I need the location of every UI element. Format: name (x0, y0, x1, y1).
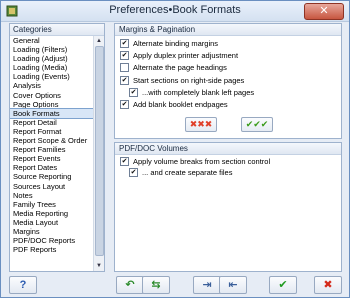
option-checkbox[interactable]: ✔ (120, 99, 129, 109)
option-checkbox[interactable]: ✔ (120, 50, 129, 60)
check-all-button[interactable]: ✔✔✔ (241, 117, 273, 132)
option-row[interactable]: ✔ ...with completely blank left pages (129, 87, 255, 98)
category-item[interactable]: Report Dates (10, 163, 93, 172)
margins-pagination-group: Margins & Pagination ✔ Alternate binding … (114, 23, 342, 139)
categories-header: Categories (10, 24, 104, 36)
option-checkbox[interactable]: ✔ (129, 87, 138, 97)
category-item[interactable]: Report Families (10, 145, 93, 154)
category-item[interactable]: Loading (Filters) (10, 45, 93, 54)
category-item[interactable]: Report Detail (10, 118, 93, 127)
option-label: ...with completely blank left pages (142, 88, 255, 97)
option-label: Alternate the page headings (133, 63, 227, 72)
category-item[interactable]: Loading (Media) (10, 63, 93, 72)
scroll-up-icon[interactable]: ▲ (95, 37, 103, 45)
option-label: Add blank booklet endpages (133, 100, 228, 109)
pdf-header: PDF/DOC Volumes (115, 143, 341, 155)
category-item[interactable]: PDF/DOC Reports (10, 236, 93, 245)
category-item[interactable]: Loading (Adjust) (10, 54, 93, 63)
option-row[interactable]: ✔ Add blank booklet endpages (120, 99, 228, 110)
category-item[interactable]: Analysis (10, 81, 93, 90)
import-settings-button[interactable]: ⇤ (219, 276, 247, 294)
cancel-button[interactable]: ✖ (314, 276, 342, 294)
option-row[interactable]: ✔ Alternate binding margins (120, 38, 219, 49)
categories-list: General Loading (Filters) Loading (Adjust)… (10, 36, 93, 271)
option-checkbox[interactable]: ✔ (120, 38, 129, 48)
option-row[interactable]: ✔ Apply duplex printer adjustment (120, 50, 239, 61)
help-button[interactable]: ? (9, 276, 37, 294)
preferences-window: Preferences•Book Formats ✕ Categories Ge… (0, 0, 350, 298)
category-item[interactable]: Media Layout (10, 218, 93, 227)
option-row[interactable]: Alternate the page headings (120, 62, 227, 73)
category-item[interactable]: Report Events (10, 154, 93, 163)
category-item[interactable]: Margins (10, 227, 93, 236)
export-settings-button[interactable]: ⇥ (193, 276, 221, 294)
window-title: Preferences•Book Formats (109, 4, 241, 16)
option-label: Apply duplex printer adjustment (133, 51, 239, 60)
option-row[interactable]: ✔ Apply volume breaks from section contro… (120, 156, 271, 167)
category-item[interactable]: PDF Reports (10, 245, 93, 254)
option-row[interactable]: ✔ ... and create separate files (129, 167, 233, 178)
category-item[interactable]: Loading (Events) (10, 72, 93, 81)
title-bar[interactable]: Preferences•Book Formats ✕ (1, 1, 349, 22)
option-checkbox[interactable] (120, 62, 129, 72)
category-item[interactable]: General (10, 36, 93, 45)
undo-all-button[interactable]: ⇆ (142, 276, 170, 294)
clear-all-button[interactable]: ✖✖✖ (185, 117, 217, 132)
option-checkbox[interactable]: ✔ (129, 167, 138, 177)
category-item[interactable]: Source Reporting (10, 172, 93, 181)
category-item[interactable]: Notes (10, 191, 93, 200)
margins-header: Margins & Pagination (115, 24, 341, 36)
scroll-thumb[interactable] (95, 46, 104, 256)
option-label: Alternate binding margins (133, 39, 219, 48)
ok-button[interactable]: ✔ (269, 276, 297, 294)
category-item[interactable]: Report Format (10, 127, 93, 136)
categories-scrollbar[interactable]: ▲ ▼ (93, 36, 104, 271)
category-item[interactable]: Report Scope & Order (10, 136, 93, 145)
option-checkbox[interactable]: ✔ (120, 156, 129, 166)
categories-panel: Categories General Loading (Filters) Loadi… (9, 23, 105, 272)
undo-button[interactable]: ↶ (116, 276, 144, 294)
category-item[interactable]: Page Options (10, 100, 93, 109)
category-item[interactable]: Sources Layout (10, 182, 93, 191)
option-row[interactable]: ✔ Start sections on right-side pages (120, 75, 245, 86)
option-label: Apply volume breaks from section control (133, 157, 271, 166)
close-button[interactable]: ✕ (304, 3, 344, 20)
option-label: ... and create separate files (142, 168, 233, 177)
scroll-down-icon[interactable]: ▼ (95, 262, 103, 270)
pdf-doc-volumes-group: PDF/DOC Volumes ✔ Apply volume breaks fro… (114, 142, 342, 272)
category-item[interactable]: Book Formats (10, 107, 93, 119)
category-item[interactable]: Cover Options (10, 91, 93, 100)
category-item[interactable]: Family Trees (10, 200, 93, 209)
category-item[interactable]: Media Reporting (10, 209, 93, 218)
option-label: Start sections on right-side pages (133, 76, 245, 85)
option-checkbox[interactable]: ✔ (120, 75, 129, 85)
